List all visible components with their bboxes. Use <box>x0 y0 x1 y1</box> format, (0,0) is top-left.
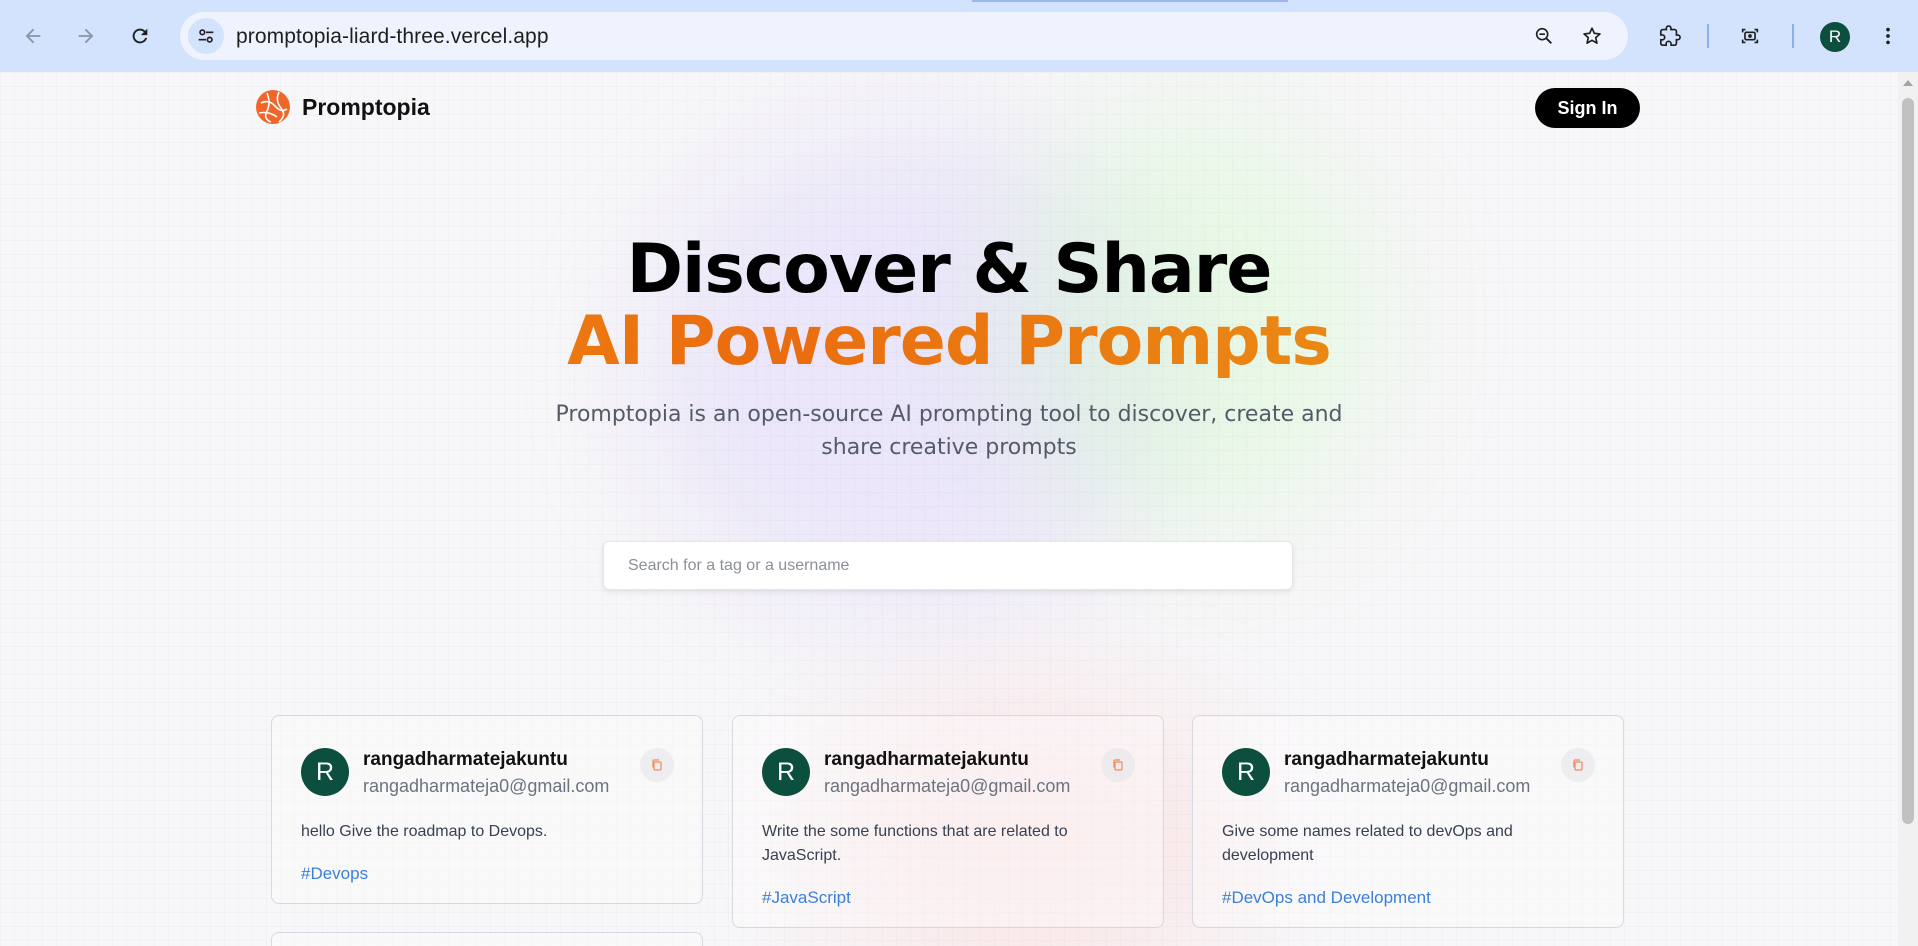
url-text[interactable]: promptopia-liard-three.vercel.app <box>236 25 549 49</box>
hero-title-highlight: AI Powered Prompts <box>0 302 1898 381</box>
screenshot-button[interactable] <box>1731 17 1769 55</box>
prompt-tag[interactable]: #Devops <box>301 864 368 884</box>
sign-in-button[interactable]: Sign In <box>1535 88 1640 128</box>
card-email: rangadharmateja0@gmail.com <box>824 776 1071 796</box>
toolbar-divider <box>1792 24 1794 48</box>
search-input[interactable] <box>603 541 1293 590</box>
arrow-left-icon <box>25 28 41 44</box>
hero-description: Promptopia is an open-source AI promptin… <box>555 402 1343 460</box>
prompt-text: Give some names related to devOps and de… <box>1222 823 1513 864</box>
copy-icon <box>1573 759 1583 771</box>
copy-button[interactable] <box>1561 748 1595 782</box>
card-email: rangadharmateja0@gmail.com <box>1284 776 1531 796</box>
kebab-menu-icon <box>1886 27 1890 45</box>
camera-icon <box>1741 28 1759 44</box>
scrollbar-thumb[interactable] <box>1902 98 1914 824</box>
prompt-card: R rangadharmatejakuntu rangadharmateja0@… <box>732 715 1164 928</box>
bookmark-button[interactable] <box>1574 18 1610 54</box>
toolbar-divider <box>1707 24 1709 48</box>
prompt-card: R rangadharmatejakuntu rangadharmateja0@… <box>1192 715 1624 928</box>
copy-icon <box>1113 759 1123 771</box>
tab-strip-indicator <box>972 0 1288 2</box>
prompt-tag[interactable]: #DevOps and Development <box>1222 888 1431 908</box>
zoom-out-icon <box>1535 27 1552 44</box>
star-icon <box>1583 27 1601 44</box>
forward-button[interactable] <box>67 17 105 55</box>
prompt-tag[interactable]: #JavaScript <box>762 888 851 908</box>
avatar[interactable]: R <box>301 748 349 796</box>
avatar[interactable]: R <box>1222 748 1270 796</box>
hero-title: Discover & Share <box>626 230 1273 309</box>
profile-avatar[interactable]: R <box>1820 22 1850 52</box>
copy-button[interactable] <box>640 748 674 782</box>
brand-name[interactable]: Promptopia <box>302 94 430 121</box>
copy-button[interactable] <box>1101 748 1135 782</box>
reload-button[interactable] <box>121 17 159 55</box>
avatar[interactable]: R <box>762 748 810 796</box>
puzzle-icon <box>1660 25 1681 46</box>
card-username[interactable]: rangadharmatejakuntu <box>824 749 1029 771</box>
reload-icon <box>132 28 148 44</box>
card-username[interactable]: rangadharmatejakuntu <box>363 749 568 771</box>
back-button[interactable] <box>14 17 52 55</box>
card-email: rangadharmateja0@gmail.com <box>363 776 610 796</box>
browser-toolbar: promptopia-liard-three.vercel.app R <box>0 0 1918 72</box>
address-bar[interactable]: promptopia-liard-three.vercel.app <box>180 12 1628 60</box>
prompt-card: R rangadharmatejakuntu rangadharmateja0@… <box>271 715 703 904</box>
zoom-button[interactable] <box>1526 18 1562 54</box>
scroll-up-arrow[interactable] <box>1903 80 1913 86</box>
extensions-button[interactable] <box>1651 17 1689 55</box>
browser-menu-button[interactable] <box>1869 17 1907 55</box>
tune-icon <box>198 29 214 43</box>
prompt-text: Write the some functions that are relate… <box>762 823 1068 864</box>
promptopia-logo-icon[interactable] <box>255 89 291 125</box>
prompt-card <box>271 932 703 946</box>
card-username[interactable]: rangadharmatejakuntu <box>1284 749 1489 771</box>
page-viewport: Promptopia Sign In Discover & Share AI P… <box>0 72 1898 946</box>
arrow-right-icon <box>78 28 94 44</box>
page-scrollbar[interactable] <box>1898 72 1918 946</box>
prompt-text: hello Give the roadmap to Devops. <box>301 823 548 840</box>
site-info-button[interactable] <box>188 18 224 54</box>
copy-icon <box>652 759 662 771</box>
